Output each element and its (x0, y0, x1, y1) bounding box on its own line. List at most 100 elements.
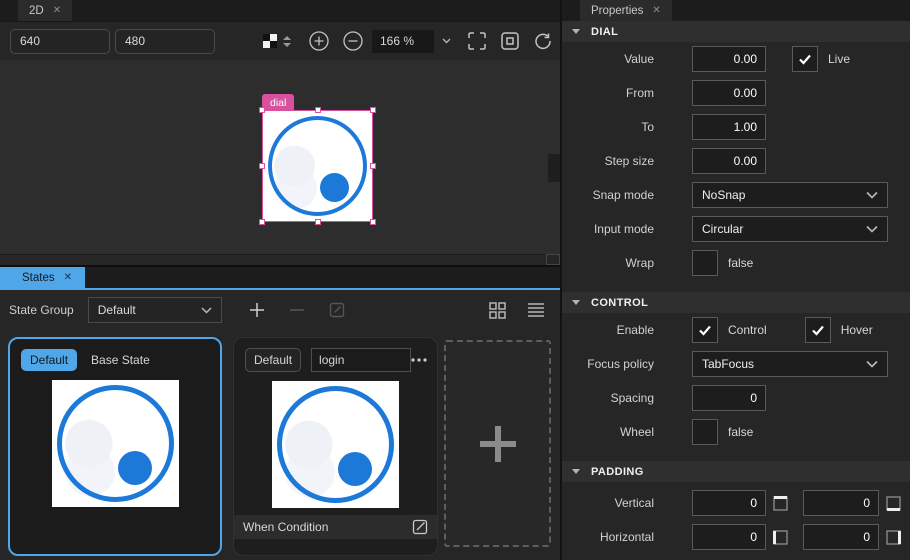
reset-view-icon[interactable] (533, 31, 553, 51)
state-name: Base State (91, 353, 150, 367)
collapse-triangle-icon[interactable] (572, 300, 580, 305)
section-control[interactable]: CONTROL (562, 292, 910, 313)
design-canvas[interactable]: dial (0, 60, 560, 265)
state-group-label: State Group (9, 303, 74, 317)
when-condition-bar[interactable]: When Condition (234, 515, 437, 539)
padding-right-input[interactable]: 0 (803, 524, 879, 550)
padding-left-icon (773, 529, 788, 545)
value-input[interactable]: 0.00 (692, 46, 766, 72)
snap-mode-row: Snap mode NoSnap (562, 178, 910, 212)
resize-handle[interactable] (259, 163, 265, 169)
padding-top-input[interactable]: 0 (692, 490, 766, 516)
tab-2d[interactable]: 2D ✕ (18, 0, 73, 21)
padding-bottom-input[interactable]: 0 (803, 490, 879, 516)
scrollbar-thumb[interactable] (548, 154, 560, 182)
default-state-badge[interactable]: Default (245, 348, 302, 372)
zoom-level-field[interactable]: 166 % (372, 29, 434, 53)
tab-properties-label: Properties (591, 4, 644, 17)
resize-handle[interactable] (259, 219, 265, 225)
enable-row: Enable Control Hover (562, 313, 910, 347)
collapse-triangle-icon[interactable] (572, 29, 580, 34)
resize-handle[interactable] (314, 219, 321, 225)
zoom-to-selection-icon[interactable] (500, 31, 520, 51)
tab-states-label: States (22, 271, 55, 284)
edit-condition-icon[interactable] (412, 519, 428, 535)
fit-canvas-icon[interactable] (467, 31, 487, 51)
zoom-in-icon[interactable] (308, 30, 330, 52)
section-dial[interactable]: DIAL (562, 21, 910, 42)
resize-handle[interactable] (370, 163, 376, 169)
states-tabbar: States ✕ (0, 267, 560, 290)
state-thumbnail (272, 381, 399, 508)
state-card-login[interactable]: Default When Condition (233, 337, 438, 556)
control-label: Control (728, 323, 767, 337)
from-input[interactable]: 0.00 (692, 80, 766, 106)
collapse-triangle-icon[interactable] (572, 469, 580, 474)
add-state-card[interactable] (444, 340, 551, 547)
snap-mode-select[interactable]: NoSnap (692, 182, 888, 208)
background-cycle-stepper[interactable] (282, 35, 292, 48)
input-mode-select[interactable]: Circular (692, 216, 888, 242)
dial-handle-dot (117, 451, 152, 486)
wrap-row: Wrap false (562, 246, 910, 280)
control-checkbox[interactable] (692, 317, 718, 343)
thumbnail-view-icon[interactable] (488, 301, 507, 320)
hover-label: Hover (840, 323, 873, 337)
canvas-horizontal-scrollbar[interactable] (0, 254, 546, 265)
focus-policy-row: Focus policy TabFocus (562, 347, 910, 381)
add-state-plus-icon (479, 425, 516, 462)
add-state-group-button[interactable] (248, 301, 266, 319)
rename-state-group-button[interactable] (328, 301, 346, 319)
step-size-input[interactable]: 0.00 (692, 148, 766, 174)
close-icon[interactable]: ✕ (652, 5, 660, 16)
dial-selection-box[interactable]: dial (259, 94, 376, 225)
live-label: Live (828, 52, 851, 66)
resize-handle[interactable] (259, 107, 265, 113)
more-options-icon[interactable] (411, 358, 427, 362)
tab-properties[interactable]: Properties ✕ (580, 0, 672, 21)
hover-checkbox[interactable] (804, 317, 831, 343)
focus-policy-select[interactable]: TabFocus (692, 351, 888, 377)
zoom-out-icon[interactable] (342, 30, 364, 52)
state-card-base[interactable]: Default Base State (8, 337, 222, 556)
resize-handle[interactable] (370, 107, 376, 113)
state-name-input[interactable] (311, 348, 412, 372)
close-icon[interactable]: ✕ (64, 272, 72, 283)
padding-right-icon (886, 529, 901, 545)
live-checkbox[interactable] (792, 46, 818, 72)
padding-vertical-row: Vertical 0 0 (562, 486, 910, 520)
zoom-dropdown-chevron-icon[interactable] (442, 38, 451, 44)
canvas-vertical-scrollbar[interactable] (547, 60, 560, 254)
wrap-checkbox[interactable] (692, 250, 718, 276)
tab-states[interactable]: States ✕ (0, 267, 85, 288)
list-view-icon[interactable] (527, 302, 545, 318)
state-group-select[interactable]: Default (87, 297, 222, 323)
to-input[interactable]: 1.00 (692, 114, 766, 140)
resize-handle[interactable] (370, 219, 376, 225)
close-icon[interactable]: ✕ (53, 5, 61, 16)
background-color-icon[interactable] (263, 34, 277, 48)
spacing-row: Spacing 0 (562, 381, 910, 415)
dial-ring (56, 385, 174, 502)
canvas-width-input[interactable]: 640 (10, 28, 110, 54)
canvas-toolbar: 640 480 166 % (0, 21, 560, 60)
padding-bottom-icon (886, 495, 901, 511)
canvas-height-input[interactable]: 480 (115, 28, 215, 54)
input-mode-row: Input mode Circular (562, 212, 910, 246)
to-row: To 1.00 (562, 110, 910, 144)
spacing-input[interactable]: 0 (692, 385, 766, 411)
step-size-row: Step size 0.00 (562, 144, 910, 178)
resize-handle[interactable] (314, 107, 321, 113)
canvas-tabbar: 2D ✕ (0, 0, 560, 21)
remove-state-group-button[interactable] (288, 301, 306, 319)
selection-label: dial (262, 94, 295, 111)
default-state-badge[interactable]: Default (21, 349, 78, 371)
padding-left-input[interactable]: 0 (692, 524, 766, 550)
wheel-checkbox[interactable] (692, 419, 718, 445)
section-padding[interactable]: PADDING (562, 461, 910, 482)
scrollbar-corner (546, 254, 560, 265)
wheel-row: Wheel false (562, 415, 910, 449)
dial-component[interactable] (263, 111, 372, 221)
wrap-value-label: false (728, 256, 754, 270)
qt-design-studio-window: 2D ✕ 640 480 166 % dial States ✕ State G… (0, 0, 910, 560)
